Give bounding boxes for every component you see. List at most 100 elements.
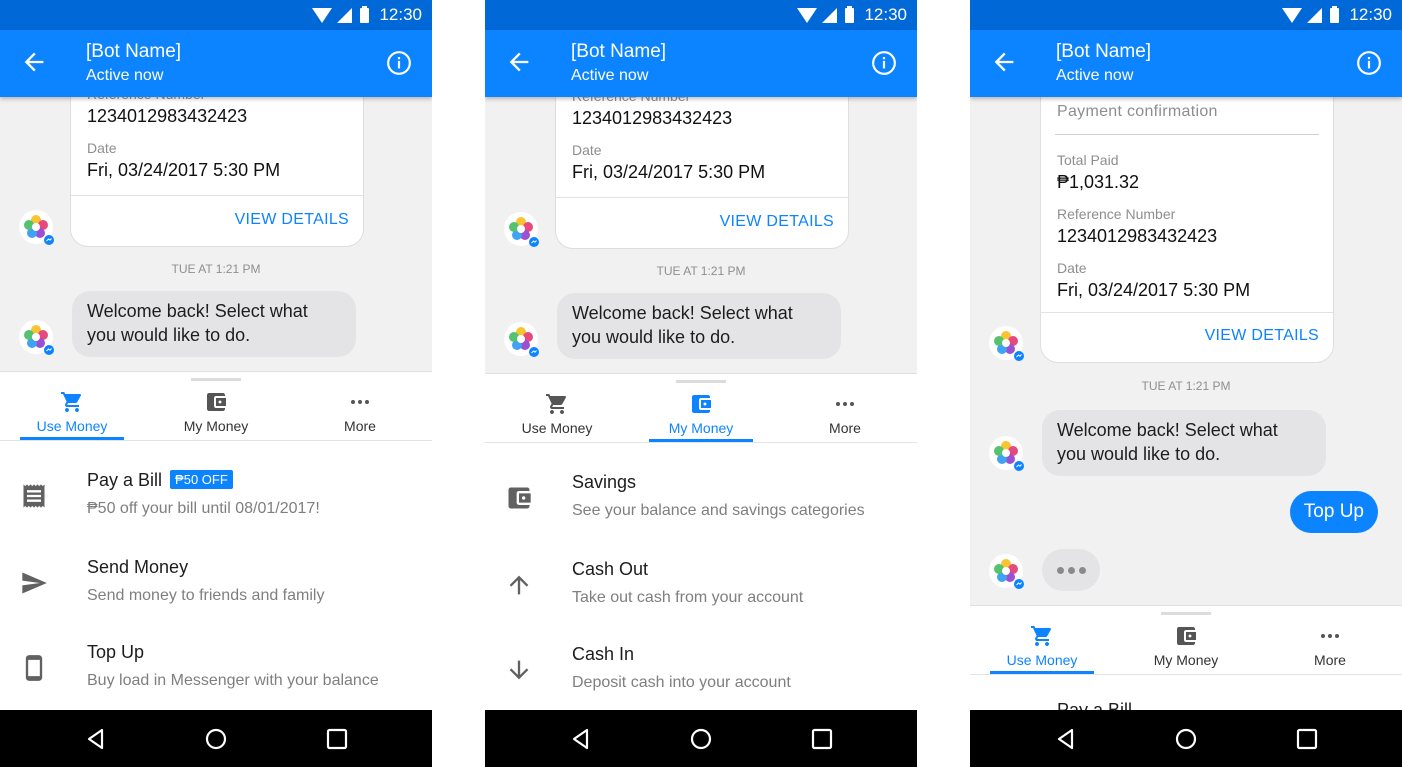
- bot-message-bubble: Welcome back! Select what you would like…: [1042, 410, 1326, 476]
- menu-item-send-money[interactable]: Send Money Send money to friends and fam…: [0, 557, 432, 643]
- more-icon: [836, 402, 854, 406]
- tab-more[interactable]: More: [1278, 606, 1382, 674]
- menu-item-title: Cash Out: [572, 559, 649, 579]
- tab-my-money[interactable]: My Money: [649, 374, 753, 442]
- nav-back-icon[interactable]: [83, 726, 109, 752]
- persistent-menu-tray: Use Money My Money More Pay a Bill ₱50 OF…: [0, 371, 432, 712]
- tab-use-money[interactable]: Use Money: [20, 372, 124, 440]
- receipt-title-divider: [1055, 134, 1319, 135]
- signal-icon: [822, 7, 838, 23]
- active-status: Active now: [86, 67, 164, 84]
- tab-use-money[interactable]: Use Money: [505, 374, 609, 442]
- bot-message-bubble: Welcome back! Select what you would like…: [72, 291, 356, 357]
- persistent-menu-tray: Use Money My Money More Pay a Bill: [970, 605, 1402, 712]
- total-paid-label: Total Paid: [1057, 152, 1119, 168]
- tab-label: My Money: [1153, 652, 1219, 668]
- menu-item-title: Pay a Bill ₱50 OFF: [87, 470, 233, 491]
- bot-name: [Bot Name]: [86, 41, 182, 62]
- bot-avatar-icon: [504, 212, 539, 247]
- info-icon[interactable]: [386, 50, 412, 76]
- active-status: Active now: [571, 67, 649, 84]
- view-details-button[interactable]: VIEW DETAILS: [235, 211, 349, 229]
- back-arrow-icon[interactable]: [990, 48, 1018, 76]
- date-label: Date: [572, 142, 602, 158]
- bot-name: [Bot Name]: [571, 41, 667, 62]
- discount-badge: ₱50 OFF: [170, 470, 233, 489]
- receipt-title: Payment confirmation: [1057, 103, 1218, 120]
- view-details-button[interactable]: VIEW DETAILS: [720, 213, 834, 231]
- tab-label: My Money: [183, 418, 249, 434]
- card-divider: [1041, 312, 1333, 313]
- bot-name: [Bot Name]: [1056, 41, 1152, 62]
- date-value: Fri, 03/24/2017 5:30 PM: [572, 162, 766, 182]
- bot-avatar-icon: [19, 320, 54, 355]
- bill-icon: [23, 484, 45, 508]
- info-icon[interactable]: [871, 50, 897, 76]
- menu-tabs: Use Money My Money More: [485, 374, 917, 443]
- menu-item-subtitle: Take out cash from your account: [572, 589, 804, 606]
- reference-label: Reference Number: [1057, 206, 1176, 222]
- menu-item-title: Cash In: [572, 644, 635, 664]
- menu-item-subtitle: Buy load in Messenger with your balance: [87, 672, 379, 689]
- date-value: Fri, 03/24/2017 5:30 PM: [1057, 280, 1251, 300]
- bot-avatar-icon: [19, 210, 54, 245]
- signal-icon: [337, 7, 353, 23]
- nav-recents-icon[interactable]: [809, 726, 835, 752]
- menu-item-subtitle: ₱50 off your bill until 08/01/2017!: [87, 500, 320, 517]
- tab-label: Use Money: [521, 420, 593, 436]
- status-time: 12:30: [864, 5, 907, 24]
- persistent-menu-tray: Use Money My Money More Savings See your…: [485, 373, 917, 712]
- nav-home-icon[interactable]: [1173, 726, 1199, 752]
- menu-item-subtitle: Deposit cash into your account: [572, 674, 791, 691]
- tab-use-money[interactable]: Use Money: [990, 606, 1094, 674]
- phone-screen-top-up-sent: 12:30 [Bot Name] Active now Payment conf…: [970, 0, 1402, 767]
- nav-recents-icon[interactable]: [324, 726, 350, 752]
- view-details-button[interactable]: VIEW DETAILS: [1205, 327, 1319, 345]
- menu-item-pay-a-bill[interactable]: Pay a Bill ₱50 OFF ₱50 off your bill unti…: [0, 470, 432, 556]
- menu-item-top-up[interactable]: Top Up Buy load in Messenger with your b…: [0, 642, 432, 712]
- card-divider: [556, 197, 848, 198]
- message-timestamp: TUE AT 1:21 PM: [171, 262, 261, 276]
- app-bar: [Bot Name] Active now: [0, 30, 432, 97]
- bot-avatar-icon: [989, 436, 1024, 471]
- tab-my-money[interactable]: My Money: [164, 372, 268, 440]
- wallet-icon: [692, 395, 711, 413]
- tab-more[interactable]: More: [308, 372, 412, 440]
- wifi-icon: [312, 7, 333, 23]
- battery-icon: [845, 5, 855, 23]
- android-nav-bar: [485, 710, 917, 767]
- status-time: 12:30: [379, 5, 422, 24]
- nav-back-icon[interactable]: [1053, 726, 1079, 752]
- tab-more[interactable]: More: [793, 374, 897, 442]
- menu-item-title: Send Money: [87, 557, 189, 577]
- phone-screen-my-money: 12:30 [Bot Name] Active now Reference Nu…: [485, 0, 917, 767]
- menu-item-subtitle: Send money to friends and family: [87, 587, 325, 604]
- menu-item-cash-out[interactable]: Cash Out Take out cash from your account: [485, 559, 917, 645]
- back-arrow-icon[interactable]: [20, 48, 48, 76]
- bot-avatar-icon: [989, 554, 1024, 589]
- info-icon[interactable]: [1356, 50, 1382, 76]
- date-label: Date: [87, 140, 117, 156]
- wallet-icon: [508, 487, 531, 509]
- nav-home-icon[interactable]: [203, 726, 229, 752]
- date-label: Date: [1057, 260, 1087, 276]
- tab-label: More: [829, 420, 861, 436]
- reference-value: 1234012983432423: [1057, 226, 1218, 246]
- tab-label: More: [1314, 652, 1346, 668]
- arrow-up-icon: [509, 575, 529, 595]
- android-nav-bar: [0, 710, 432, 767]
- nav-home-icon[interactable]: [688, 726, 714, 752]
- tab-my-money[interactable]: My Money: [1134, 606, 1238, 674]
- app-bar: [Bot Name] Active now: [485, 30, 917, 97]
- menu-item-title: Savings: [572, 472, 637, 492]
- message-timestamp: TUE AT 1:21 PM: [1141, 379, 1231, 393]
- nav-back-icon[interactable]: [568, 726, 594, 752]
- menu-item-savings[interactable]: Savings See your balance and savings cat…: [485, 472, 917, 558]
- cart-icon: [1031, 626, 1051, 646]
- back-arrow-icon[interactable]: [505, 48, 533, 76]
- nav-recents-icon[interactable]: [1294, 726, 1320, 752]
- menu-item-cash-in[interactable]: Cash In Deposit cash into your account: [485, 644, 917, 712]
- receipt-card: Payment confirmation Total Paid ₱1,031.3…: [1040, 93, 1334, 363]
- user-message-bubble: Top Up: [1289, 491, 1378, 533]
- more-icon: [1321, 634, 1339, 638]
